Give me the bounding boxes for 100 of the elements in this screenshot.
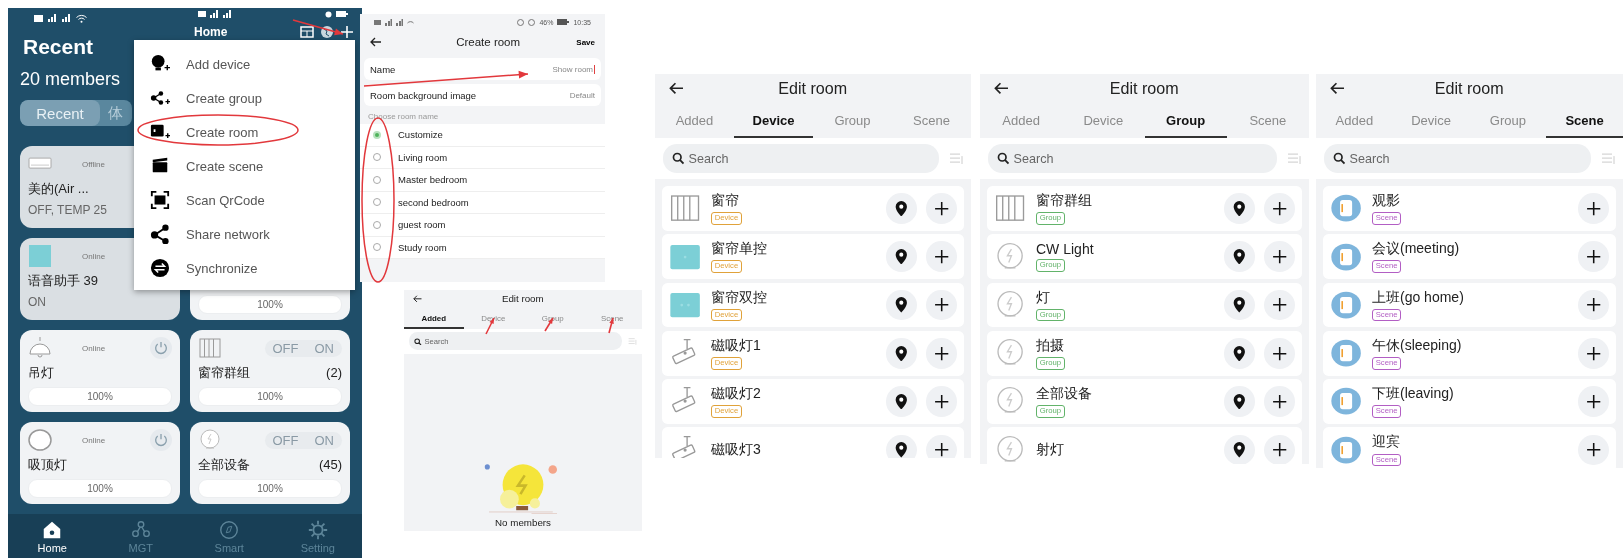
radio-button[interactable]	[373, 130, 381, 139]
add-button[interactable]	[1578, 386, 1609, 417]
add-button[interactable]	[1578, 241, 1609, 272]
back-arrow-icon[interactable]	[1330, 81, 1346, 95]
room-name-option[interactable]: Master bedroom	[398, 174, 468, 186]
add-button[interactable]	[1578, 434, 1609, 466]
device-state: ON	[28, 295, 46, 309]
add-button[interactable]	[1578, 289, 1609, 321]
item-name: 磁吸灯3	[711, 440, 761, 458]
add-button[interactable]	[1578, 193, 1609, 224]
add-button[interactable]	[1264, 434, 1295, 464]
back-arrow-icon[interactable]	[669, 81, 685, 95]
tab[interactable]: Group	[1144, 102, 1227, 139]
search-field[interactable]: Search	[663, 144, 939, 174]
locate-button[interactable]	[885, 193, 917, 224]
brightness-bar[interactable]: 100%	[198, 387, 342, 406]
add-button[interactable]	[1264, 241, 1295, 272]
add-button[interactable]	[926, 193, 957, 224]
signal-icon	[48, 14, 57, 22]
brightness-bar[interactable]: 100%	[28, 479, 172, 498]
background-image-row[interactable]: Room background image Default	[364, 84, 601, 106]
locate-button[interactable]	[885, 289, 917, 321]
tab[interactable]: Group	[1469, 102, 1547, 139]
add-button[interactable]	[926, 337, 957, 369]
tab[interactable]: Added	[655, 102, 734, 139]
air-conditioner-icon	[28, 157, 52, 171]
add-button[interactable]	[1264, 386, 1295, 417]
back-icon[interactable]	[370, 37, 382, 47]
tab[interactable]: Added	[1316, 102, 1393, 139]
brightness-bar[interactable]: 100%	[28, 387, 172, 406]
add-button[interactable]	[1264, 337, 1295, 369]
plus-icon[interactable]	[340, 25, 354, 39]
tab[interactable]: Scene	[892, 102, 971, 139]
add-button[interactable]	[926, 386, 957, 417]
brightness-bar[interactable]: 100%	[198, 479, 342, 498]
locate-button[interactable]	[885, 434, 917, 458]
search-icon	[671, 152, 685, 165]
item-name: 灯	[1036, 288, 1050, 307]
back-arrow-icon[interactable]	[994, 81, 1010, 95]
search-field[interactable]: Search	[1324, 144, 1591, 174]
brightness-bar[interactable]: 100%	[198, 295, 342, 314]
item-name: 窗帘双控	[711, 288, 767, 307]
locate-button[interactable]	[1223, 241, 1255, 272]
locate-button[interactable]	[1223, 289, 1255, 321]
field-label: Name	[370, 63, 396, 75]
tab[interactable]: Group	[813, 102, 892, 139]
device-name: 吊灯	[28, 364, 54, 382]
member-count: (45)	[318, 456, 342, 474]
add-button[interactable]	[926, 289, 957, 321]
room-name-option[interactable]: Study room	[398, 241, 447, 253]
search-icon	[996, 152, 1010, 165]
locate-button[interactable]	[885, 337, 917, 369]
field-value: Show room	[552, 64, 593, 74]
location-pin-icon	[1232, 248, 1246, 265]
locate-button[interactable]	[885, 386, 917, 417]
plus-icon	[1271, 345, 1288, 361]
locate-button[interactable]	[1223, 386, 1255, 417]
save-button[interactable]: Save	[576, 37, 595, 47]
tab[interactable]: Scene	[1546, 102, 1623, 139]
locate-button[interactable]	[1223, 193, 1255, 224]
bulb-icon	[198, 428, 222, 452]
text-cursor	[594, 64, 595, 74]
menu-item[interactable]: Create room	[134, 115, 355, 149]
globe-icon	[320, 25, 334, 39]
wifi-icon	[407, 19, 414, 25]
group-name: 全部设备	[198, 456, 250, 474]
name-field[interactable]: Name Show room	[364, 58, 601, 80]
plus-icon	[1585, 393, 1602, 410]
group-card[interactable]: OFF ON 全部设备 (45) 100%	[190, 422, 350, 504]
room-name-option[interactable]: Living room	[398, 151, 448, 163]
tab[interactable]: Device	[1392, 102, 1470, 139]
device-card[interactable]: Online 吸顶灯 100%	[20, 422, 180, 504]
device-icon	[28, 244, 52, 268]
locate-button[interactable]	[885, 241, 917, 272]
group-card[interactable]: OFF ON 窗帘群组 (2) 100%	[190, 330, 350, 412]
room-name-option[interactable]: second bedroom	[398, 196, 469, 208]
plus-icon	[933, 297, 950, 313]
tab[interactable]: Device	[734, 102, 813, 139]
plus-icon	[933, 248, 950, 265]
add-button[interactable]	[1264, 193, 1295, 224]
back-arrow-icon[interactable]	[412, 294, 422, 303]
location-pin-icon	[1232, 200, 1246, 217]
device-state: OFF, TEMP 25	[28, 203, 107, 217]
locate-button[interactable]	[1223, 337, 1255, 369]
add-button[interactable]	[926, 434, 957, 458]
nav-tab[interactable]: Home	[22, 518, 83, 554]
search-field[interactable]: Search	[988, 144, 1277, 174]
add-button[interactable]	[1578, 337, 1609, 369]
location-pin-icon	[894, 442, 908, 458]
search-icon	[414, 337, 422, 346]
item-name: CW Light	[1036, 241, 1094, 258]
add-button[interactable]	[1264, 289, 1295, 321]
room-name-option[interactable]: guest room	[398, 219, 446, 231]
menu-item[interactable]: Create group	[134, 81, 355, 115]
room-name-option[interactable]: Customize	[398, 129, 443, 141]
search-icon	[1332, 152, 1346, 165]
locate-button[interactable]	[1223, 434, 1255, 464]
add-button[interactable]	[926, 241, 957, 272]
device-card[interactable]: Online 吊灯 100%	[20, 330, 180, 412]
menu-item[interactable]: Add device	[134, 47, 355, 81]
